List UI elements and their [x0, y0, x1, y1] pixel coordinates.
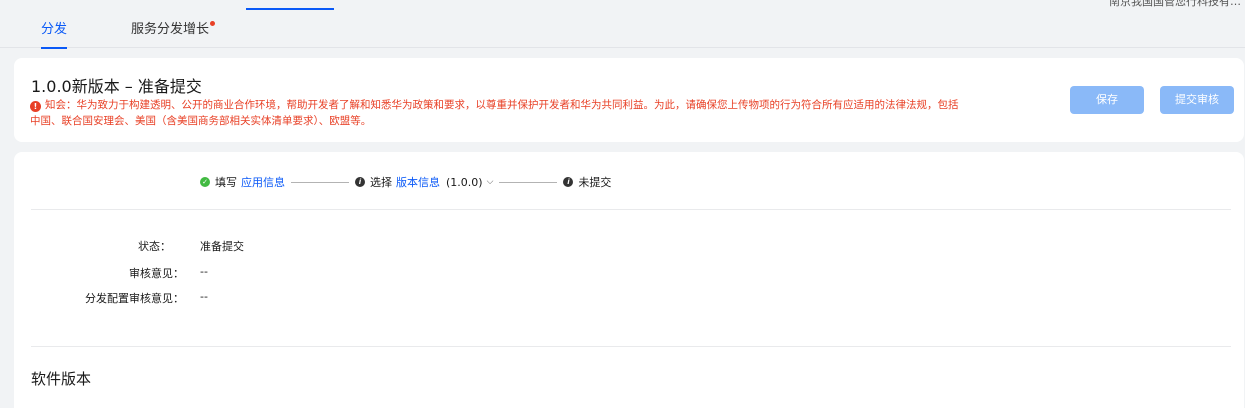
chevron-down-icon[interactable]: ⌵	[487, 177, 494, 187]
tab-bar: 分发 服务分发增长	[0, 12, 1245, 49]
info-icon: i	[563, 177, 574, 187]
status-label: 状态：	[138, 240, 171, 253]
tab-service-growth[interactable]: 服务分发增长	[131, 12, 216, 48]
dist-review-value: --	[200, 290, 208, 303]
tab-distribution[interactable]: 分发	[41, 12, 68, 49]
step-1-prefix: 填写	[215, 176, 237, 189]
version-number: (1.0.0)	[446, 175, 483, 189]
submission-steps: ✓ 填写 应用信息 i 选择 版本信息 (1.0.0) ⌵ i 未提交	[200, 173, 611, 191]
section-title-software-version: 软件版本	[31, 370, 92, 388]
app-info-link[interactable]: 应用信息	[241, 174, 285, 190]
status-value: 准备提交	[200, 240, 244, 253]
version-header-card: 1.0.0新版本 – 准备提交 ! 知会：华为致力于构建透明、公开的商业合作环境，…	[14, 58, 1244, 142]
review-comment-label: 审核意见：	[129, 267, 184, 280]
notification-dot	[210, 21, 216, 26]
company-name[interactable]: 南京我国国管您行科技有…	[1109, 0, 1241, 9]
review-comment-value: --	[200, 265, 208, 278]
dist-review-label: 分发配置审核意见：	[85, 292, 184, 305]
notice-text: 知会：华为致力于构建透明、公开的商业合作环境，帮助开发者了解和知悉华为政策和要求…	[30, 99, 959, 127]
divider	[31, 346, 1231, 347]
warning-icon: !	[30, 101, 41, 112]
check-circle-icon: ✓	[200, 177, 210, 187]
version-detail-card: ✓ 填写 应用信息 i 选择 版本信息 (1.0.0) ⌵ i 未提交 状态： …	[14, 152, 1244, 408]
version-info-link[interactable]: 版本信息	[396, 174, 440, 190]
top-bar: 南京我国国管您行科技有…	[0, 0, 1245, 12]
compliance-notice: ! 知会：华为致力于构建透明、公开的商业合作环境，帮助开发者了解和知悉华为政策和要…	[30, 97, 960, 129]
step-2-prefix: 选择	[370, 176, 392, 189]
top-nav-active-indicator	[246, 8, 334, 10]
info-icon: i	[355, 177, 365, 187]
step-connector	[291, 181, 349, 183]
submit-review-button[interactable]: 提交审核	[1160, 86, 1234, 114]
page-title: 1.0.0新版本 – 准备提交	[31, 77, 202, 96]
step-connector	[499, 181, 558, 183]
divider	[31, 209, 1231, 210]
tab-label: 服务分发增长	[131, 22, 210, 37]
save-button[interactable]: 保存	[1070, 86, 1144, 114]
step-3-label: 未提交	[578, 176, 612, 189]
tab-label: 分发	[41, 22, 68, 37]
